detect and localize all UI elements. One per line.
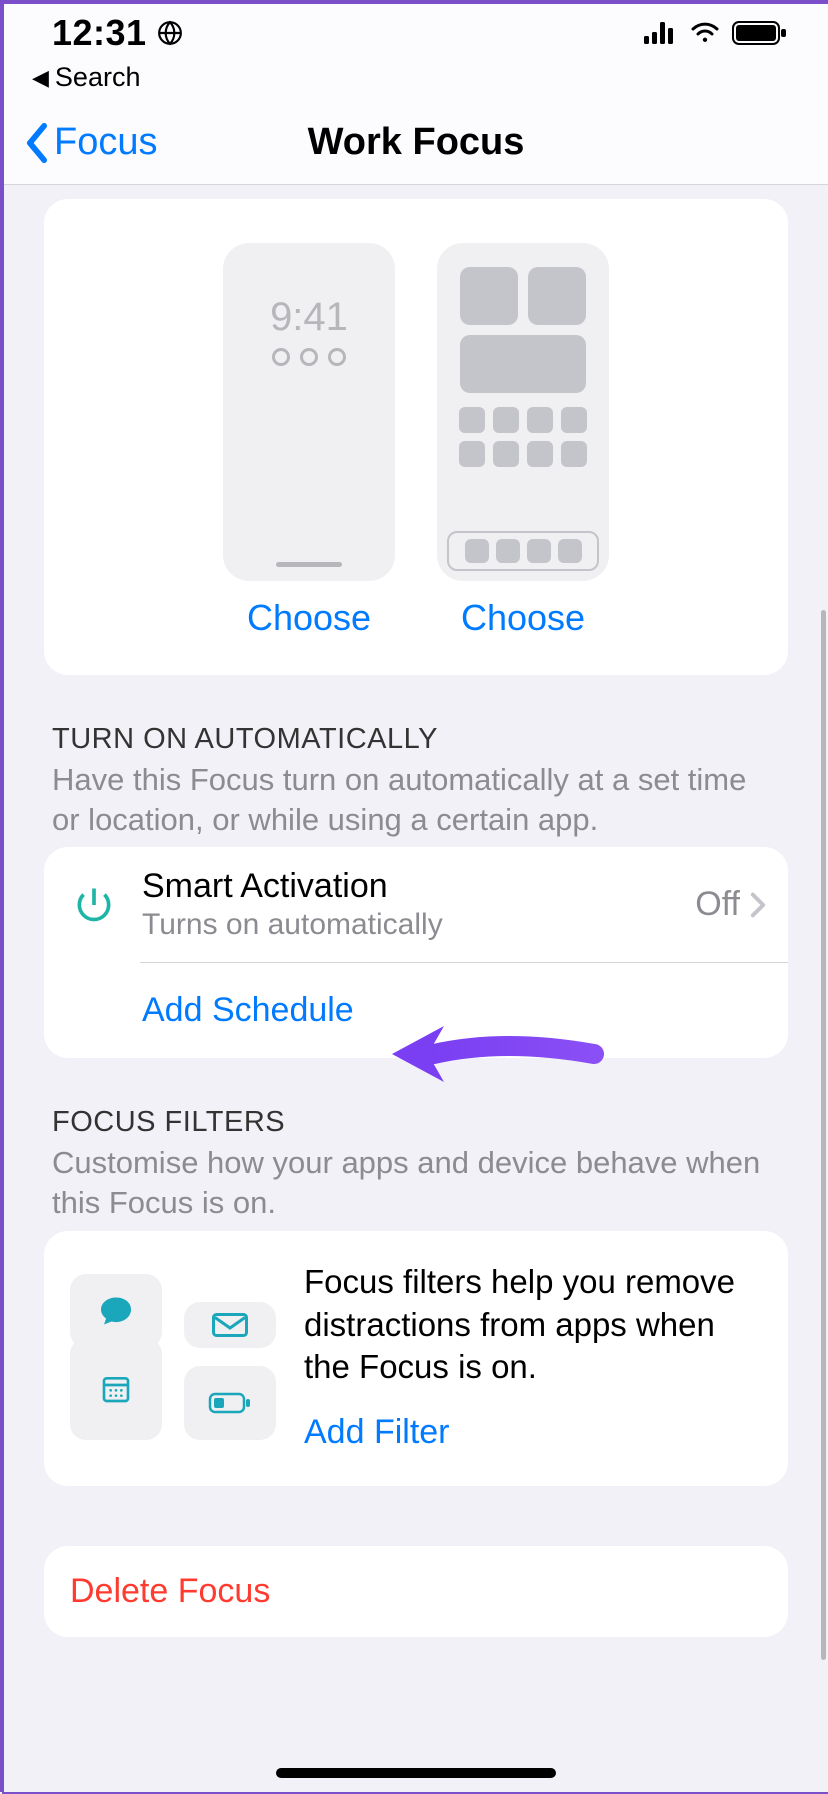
choose-lock-screen-link[interactable]: Choose <box>247 597 371 639</box>
breadcrumb-label: Search <box>55 62 141 93</box>
content: 9:41 Choose <box>4 185 828 1777</box>
home-screen-column: Choose <box>437 243 609 639</box>
chevron-left-icon <box>24 123 50 163</box>
smart-activation-sub: Turns on automatically <box>142 908 695 942</box>
lock-screen-dots <box>233 348 385 366</box>
chevron-right-icon <box>750 892 766 918</box>
automatic-header-desc: Have this Focus turn on automatically at… <box>52 760 780 839</box>
choose-home-screen-link[interactable]: Choose <box>461 597 585 639</box>
filters-body-text: Focus filters help you remove distractio… <box>304 1261 762 1390</box>
filters-card: Focus filters help you remove distractio… <box>44 1231 788 1487</box>
filter-icons-grid <box>70 1261 276 1453</box>
back-triangle-icon: ◀ <box>32 65 49 91</box>
smart-activation-tail: Off <box>695 885 766 924</box>
filters-section-header: FOCUS FILTERS Customise how your apps an… <box>44 1058 788 1230</box>
delete-focus-button[interactable]: Delete Focus <box>44 1546 788 1637</box>
status-right <box>644 20 788 46</box>
smart-activation-title: Smart Activation <box>142 867 695 906</box>
home-dock <box>447 531 599 571</box>
smart-activation-row[interactable]: Smart Activation Turns on automatically … <box>44 847 788 962</box>
globe-icon <box>157 20 183 46</box>
add-filter-link[interactable]: Add Filter <box>304 1413 762 1452</box>
automatic-section-header: TURN ON AUTOMATICALLY Have this Focus tu… <box>44 675 788 847</box>
messages-filter-icon <box>70 1274 162 1348</box>
power-icon <box>64 883 124 927</box>
lock-screen-column: 9:41 Choose <box>223 243 395 639</box>
status-left: 12:31 <box>52 12 183 54</box>
lock-screen-home-indicator <box>276 562 342 567</box>
battery-icon <box>732 20 788 46</box>
customise-screens-card: 9:41 Choose <box>44 199 788 675</box>
filters-header-label: FOCUS FILTERS <box>52 1106 780 1139</box>
automatic-header-label: TURN ON AUTOMATICALLY <box>52 723 780 756</box>
smart-activation-status: Off <box>695 885 740 924</box>
nav-back-label: Focus <box>54 121 157 164</box>
home-indicator[interactable] <box>276 1768 556 1778</box>
mail-filter-icon <box>184 1302 276 1348</box>
navbar: Focus Work Focus <box>4 101 828 185</box>
filters-header-desc: Customise how your apps and device behav… <box>52 1143 780 1222</box>
nav-back-button[interactable]: Focus <box>4 121 157 164</box>
breadcrumb-back[interactable]: ◀ Search <box>4 62 828 101</box>
wifi-icon <box>690 22 720 44</box>
calendar-filter-icon <box>70 1338 162 1440</box>
add-schedule-row[interactable]: Add Schedule <box>44 962 788 1058</box>
delete-card: Delete Focus <box>44 1546 788 1637</box>
add-schedule-label: Add Schedule <box>142 991 766 1030</box>
scrollbar[interactable] <box>821 610 826 1660</box>
filters-text-block: Focus filters help you remove distractio… <box>304 1261 762 1453</box>
automatic-card: Smart Activation Turns on automatically … <box>44 847 788 1058</box>
home-screen-preview[interactable] <box>437 243 609 581</box>
status-bar: 12:31 <box>4 4 828 62</box>
low-power-filter-icon <box>184 1366 276 1440</box>
lock-screen-time: 9:41 <box>233 295 385 340</box>
cellular-signal-icon <box>644 22 678 44</box>
lock-screen-preview[interactable]: 9:41 <box>223 243 395 581</box>
home-preview-inner <box>447 253 599 467</box>
status-time: 12:31 <box>52 12 147 54</box>
smart-activation-body: Smart Activation Turns on automatically <box>142 867 695 942</box>
